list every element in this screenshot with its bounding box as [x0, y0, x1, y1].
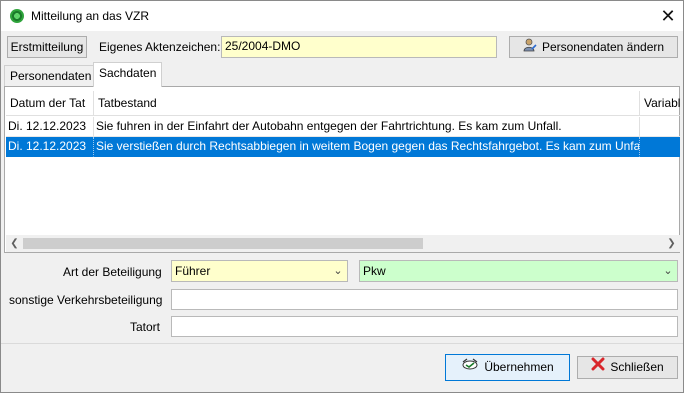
window-title: Mitteilung an das VZR	[31, 9, 150, 23]
participation-select[interactable]: Führer ⌄	[171, 260, 348, 282]
first-notice-label: Erstmitteilung	[10, 40, 84, 54]
cell-offense: Sie verstießen durch Rechtsabbiegen in w…	[94, 137, 640, 157]
column-header-offense[interactable]: Tatbestand	[94, 91, 640, 116]
close-label: Schließen	[610, 360, 664, 374]
file-ref-field[interactable]: 25/2004-DMO	[221, 36, 497, 58]
cell-variable	[640, 117, 680, 137]
other-participation-input[interactable]	[171, 289, 678, 310]
grid-header: Datum der Tat Tatbestand Variabl	[6, 91, 680, 116]
tab-personendaten[interactable]: Personendaten	[4, 65, 98, 87]
first-notice-button[interactable]: Erstmitteilung	[7, 36, 87, 58]
close-button[interactable]: Schließen	[577, 356, 678, 379]
cell-offense: Sie fuhren in der Einfahrt der Autobahn …	[94, 117, 640, 137]
offense-grid[interactable]: Datum der Tat Tatbestand Variabl Di. 12.…	[4, 86, 680, 253]
cell-variable	[640, 137, 680, 157]
scroll-left-icon[interactable]: ❮	[6, 235, 23, 252]
title-bar: Mitteilung an das VZR ✕	[1, 1, 683, 31]
app-icon	[10, 9, 24, 23]
column-header-date[interactable]: Datum der Tat	[6, 91, 94, 116]
table-row-selected[interactable]: Di. 12.12.2023 Sie verstießen durch Rech…	[6, 137, 680, 157]
other-participation-label: sonstige Verkehrsbeteiligung	[9, 293, 163, 307]
vehicle-select[interactable]: Pkw ⌄	[359, 260, 678, 282]
apply-icon	[461, 355, 479, 380]
location-label: Tatort	[130, 320, 161, 334]
cell-date: Di. 12.12.2023	[6, 117, 94, 137]
participation-value: Führer	[175, 264, 211, 278]
change-person-button[interactable]: Personendaten ändern	[509, 36, 678, 58]
table-row[interactable]: Di. 12.12.2023 Sie fuhren in der Einfahr…	[6, 117, 680, 137]
vehicle-value: Pkw	[363, 264, 386, 278]
scroll-right-icon[interactable]: ❯	[663, 235, 680, 252]
chevron-down-icon: ⌄	[663, 265, 673, 277]
location-input[interactable]	[171, 316, 678, 337]
close-x-icon	[591, 357, 605, 378]
chevron-down-icon: ⌄	[333, 265, 343, 277]
apply-label: Übernehmen	[484, 360, 554, 374]
file-ref-label: Eigenes Aktenzeichen:	[99, 40, 221, 54]
tab-sachdaten[interactable]: Sachdaten	[93, 62, 163, 87]
bottom-separator	[1, 343, 683, 344]
scroll-thumb[interactable]	[23, 238, 423, 249]
window-close-button[interactable]: ✕	[657, 5, 679, 27]
change-person-label: Personendaten ändern	[541, 40, 665, 54]
participation-label: Art der Beteiligung	[63, 265, 162, 279]
column-header-variable[interactable]: Variabl	[640, 91, 680, 116]
cell-date: Di. 12.12.2023	[6, 137, 94, 157]
apply-button[interactable]: Übernehmen	[445, 354, 570, 381]
dialog-window: Mitteilung an das VZR ✕ Erstmitteilung E…	[0, 0, 684, 393]
horizontal-scrollbar[interactable]: ❮ ❯	[6, 235, 680, 252]
person-edit-icon	[523, 38, 537, 58]
